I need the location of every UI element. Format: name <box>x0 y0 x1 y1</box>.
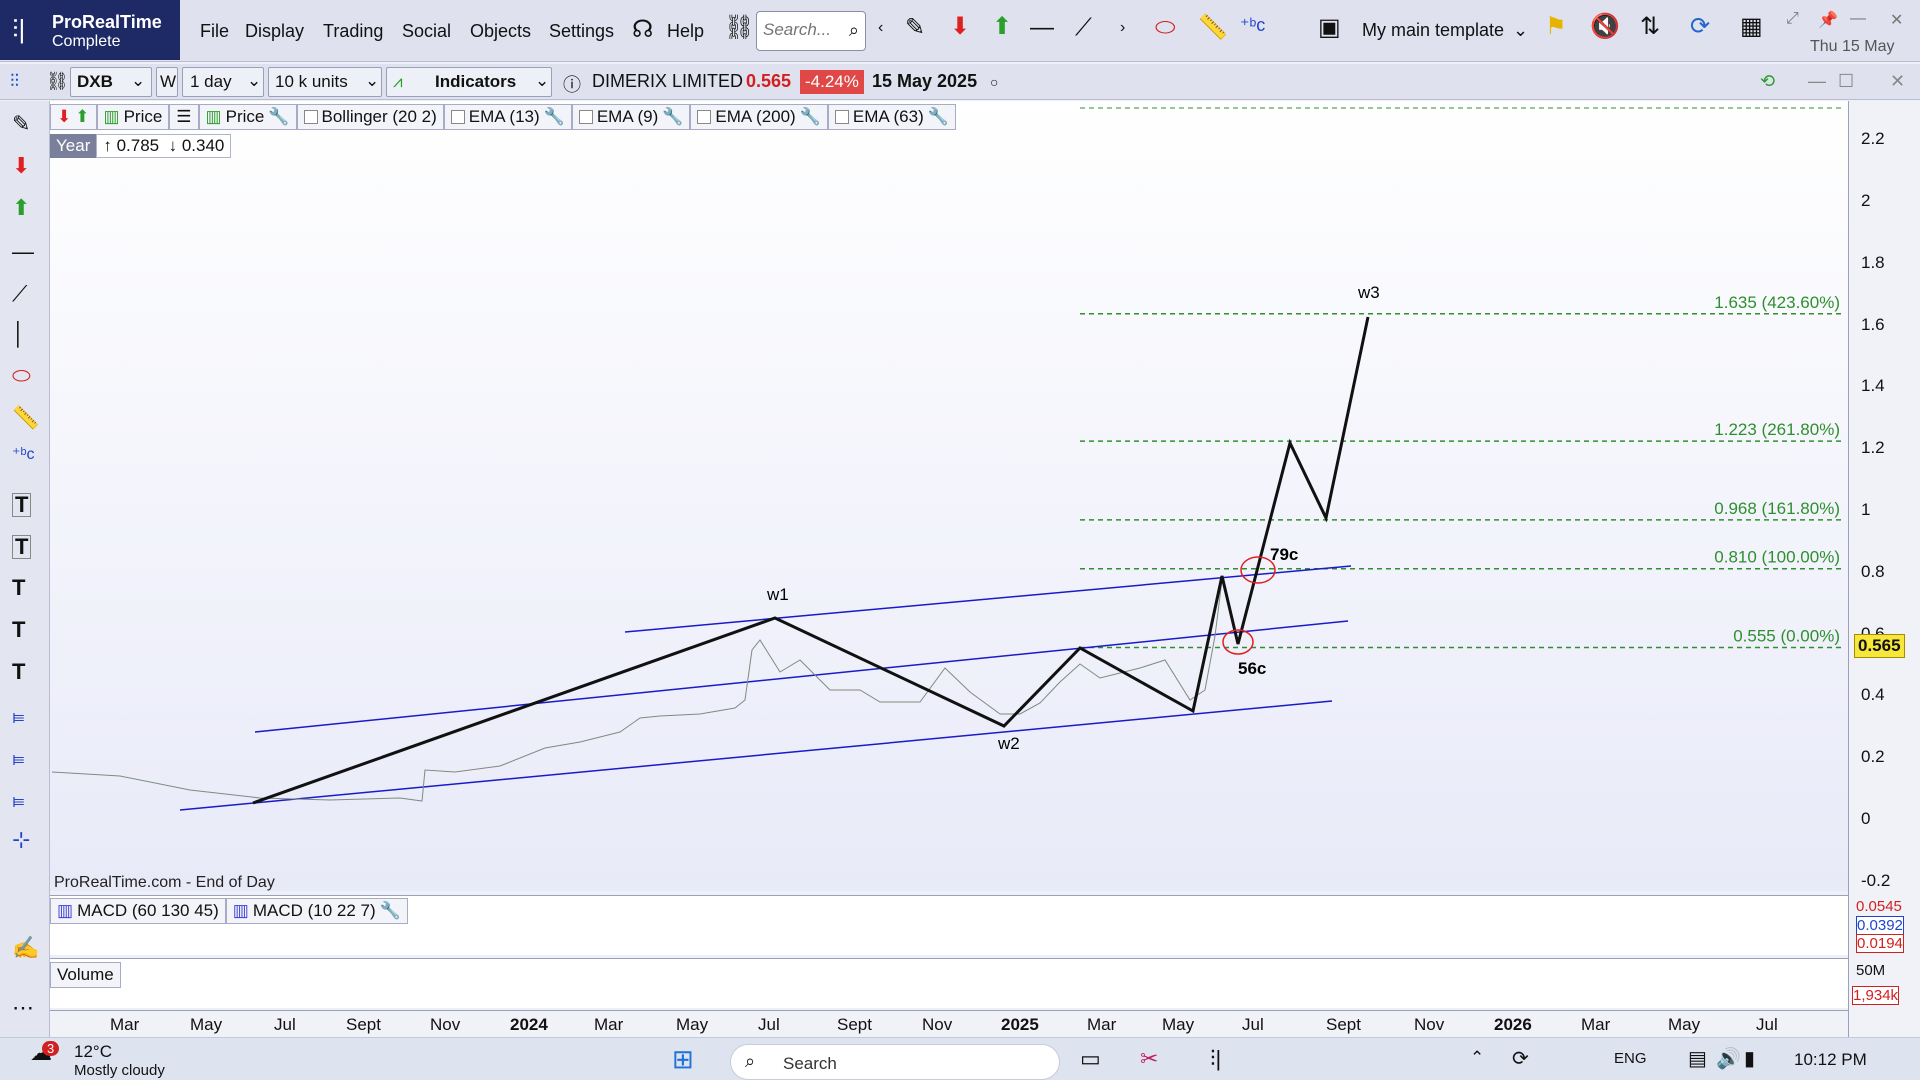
wave-label-w2: w2 <box>997 734 1020 753</box>
x-tick-label: Jul <box>1756 1015 1778 1034</box>
year-range: Year ↑ 0.785 ↓ 0.340 <box>50 134 232 158</box>
legend-volume[interactable]: Volume <box>50 962 121 988</box>
x-tick-label: May <box>1162 1015 1195 1034</box>
y-tick-label: 0.2 <box>1861 747 1885 767</box>
price-series <box>51 579 1238 802</box>
volume-icon[interactable]: 🔊 <box>1716 1046 1741 1071</box>
fib-level-label: 1.223 (261.80%) <box>1714 420 1840 439</box>
wrench-icon: 🔧 <box>543 107 565 126</box>
y-tick-label: 1 <box>1861 500 1871 519</box>
x-tick-label: Mar <box>594 1015 624 1034</box>
weather-temp: 12°C <box>74 1042 112 1061</box>
volume-axis-2: 1,934k <box>1852 986 1900 1005</box>
y-tick-label: 1.8 <box>1861 252 1885 272</box>
taskbar-search-label: Search <box>783 1054 837 1073</box>
legend-bollinger[interactable]: Bollinger (20 2) <box>296 104 444 130</box>
macd-pane[interactable]: ▥ MACD (60 130 45) ▥ MACD (10 22 7) 🔧 <box>50 895 1848 955</box>
y-tick-label: 0 <box>1861 809 1871 828</box>
wave-label-79c: 79c <box>1270 545 1298 564</box>
x-tick-label: 2026 <box>1494 1015 1532 1034</box>
x-tick-label: Nov <box>922 1015 953 1034</box>
fib-level-label: 0.968 (161.80%) <box>1714 499 1840 518</box>
x-tick-label: May <box>1668 1015 1701 1034</box>
x-tick-label: 2025 <box>1001 1015 1039 1034</box>
macd-legend: ▥ MACD (60 130 45) ▥ MACD (10 22 7) 🔧 <box>50 898 408 924</box>
snipping-icon[interactable]: ✂ <box>1140 1046 1158 1072</box>
x-tick-label: Mar <box>1581 1015 1611 1034</box>
year-label: Year <box>50 134 97 158</box>
wrench-icon: 🔧 <box>799 107 821 126</box>
wrench-icon: 🔧 <box>662 107 684 126</box>
x-tick-label: Jul <box>274 1015 296 1034</box>
search-icon: ⌕ <box>745 1051 756 1071</box>
y-tick-label: 0.4 <box>1861 685 1885 705</box>
wrench-icon: 🔧 <box>268 107 290 126</box>
x-tick-label: Sept <box>346 1015 381 1034</box>
x-tick-label: Nov <box>430 1015 461 1034</box>
y-tick-label: 2.2 <box>1861 129 1885 149</box>
macd-axis-2: 0.0392 <box>1856 916 1904 935</box>
channel-lower-line[interactable] <box>179 700 1333 811</box>
x-tick-label: Mar <box>1087 1015 1117 1034</box>
y-tick-label: 2 <box>1861 191 1871 210</box>
x-tick-label: 2024 <box>510 1015 548 1034</box>
current-price-tag: 0.565 <box>1854 634 1905 658</box>
y-tick-label: 0.8 <box>1861 561 1885 581</box>
indicator-legend: ⬇ ⬆ ▥ Price ☰ ▥ Price 🔧 Bollinger (20 2) EMA… <box>50 104 956 130</box>
legend-ema9[interactable]: EMA (9) 🔧 <box>571 104 691 130</box>
price-axis[interactable]: 2.221.81.61.41.210.80.60.40.20-0.2 <box>1848 101 1920 1037</box>
tray-sync-icon[interactable]: ⟳ <box>1512 1046 1529 1071</box>
battery-icon[interactable]: ▮ <box>1744 1046 1755 1071</box>
volume-pane[interactable]: Volume <box>50 958 1848 1008</box>
wrench-icon: 🔧 <box>927 107 949 126</box>
notification-badge: 3 <box>42 1041 60 1056</box>
x-tick-label: May <box>676 1015 709 1034</box>
clock-time[interactable]: 10:12 PM <box>1794 1050 1867 1070</box>
language[interactable]: ENG <box>1614 1050 1647 1067</box>
fib-level-label: 1.635 (423.60%) <box>1714 293 1840 312</box>
x-tick-label: Mar <box>110 1015 140 1034</box>
legend-price-2[interactable]: ▥ Price 🔧 <box>198 104 297 130</box>
x-tick-label: Nov <box>1414 1015 1445 1034</box>
wave-label-56c: 56c <box>1238 659 1266 678</box>
legend-macd-1[interactable]: ▥ MACD (60 130 45) <box>50 898 226 924</box>
legend-macd-2[interactable]: ▥ MACD (10 22 7) 🔧 <box>225 898 408 924</box>
legend-price[interactable]: ▥ Price <box>96 104 170 130</box>
tray-chevron-icon[interactable]: ⌃ <box>1470 1048 1484 1068</box>
volume-axis-1: 50M <box>1856 962 1886 979</box>
legend-list[interactable]: ☰ <box>169 104 199 130</box>
prorealtime-taskbar-icon[interactable]: ⫶| <box>1210 1046 1221 1072</box>
fib-level-label: 0.555 (0.00%) <box>1733 627 1840 646</box>
x-tick-label: Sept <box>837 1015 872 1034</box>
macd-axis-1: 0.0545 <box>1856 898 1902 915</box>
year-high: ↑ 0.785 ↓ 0.340 <box>96 134 232 158</box>
wave-label-w1: w1 <box>766 585 789 604</box>
legend-ema63[interactable]: EMA (63) 🔧 <box>827 104 956 130</box>
weather-desc: Mostly cloudy <box>74 1062 165 1079</box>
watermark: ProRealTime.com - End of Day <box>54 874 275 891</box>
taskbar-search[interactable]: ⌕ Search <box>730 1044 1060 1080</box>
fib-level-label: 0.810 (100.00%) <box>1714 548 1840 567</box>
legend-ema200[interactable]: EMA (200) 🔧 <box>690 104 828 130</box>
macd-axis-3: 0.0194 <box>1856 934 1904 953</box>
legend-arrows[interactable]: ⬇ ⬆ <box>50 104 97 130</box>
x-tick-label: Sept <box>1326 1015 1361 1034</box>
time-axis[interactable]: Mar May Jul Sept Nov 2024 Mar May Jul Sept Nov 2025… <box>50 1010 1848 1037</box>
wave-label-w3: w3 <box>1357 283 1380 302</box>
wrench-icon: 🔧 <box>379 901 401 920</box>
x-tick-label: Jul <box>1242 1015 1264 1034</box>
y-tick-label: 1.6 <box>1861 314 1885 334</box>
task-view-icon[interactable]: ▭ <box>1080 1046 1101 1072</box>
network-icon[interactable]: ▤ <box>1688 1046 1707 1071</box>
legend-ema13[interactable]: EMA (13) 🔧 <box>443 104 572 130</box>
taskbar: ☁ 3 12°C Mostly cloudy ⊞ ⌕ Search ▭ ✂ ⫶|… <box>0 1037 1920 1080</box>
y-tick-label: 1.2 <box>1861 438 1885 458</box>
x-tick-label: Jul <box>758 1015 780 1034</box>
elliott-wave-path[interactable] <box>252 316 1370 805</box>
windows-start-icon[interactable]: ⊞ <box>672 1044 694 1075</box>
x-tick-label: May <box>190 1015 223 1034</box>
y-tick-label: -0.2 <box>1861 870 1891 890</box>
y-tick-label: 1.4 <box>1861 376 1885 396</box>
